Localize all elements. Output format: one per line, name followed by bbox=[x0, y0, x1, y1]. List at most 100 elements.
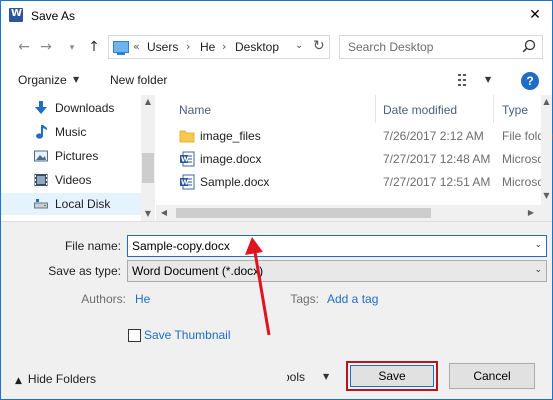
scroll-right-icon[interactable]: ▶ bbox=[526, 208, 536, 217]
music-icon bbox=[36, 125, 47, 139]
scroll-up-icon[interactable]: ▲ bbox=[541, 97, 552, 106]
hide-folders-label: Hide Folders bbox=[27, 372, 96, 386]
sidebar-item-videos[interactable]: Videos bbox=[1, 169, 141, 191]
breadcrumb-he[interactable]: He bbox=[200, 40, 215, 54]
refresh-icon[interactable]: ↻ bbox=[313, 38, 325, 54]
address-overflow[interactable]: « bbox=[133, 40, 140, 53]
organize-caret-icon: ▼ bbox=[73, 75, 80, 84]
recent-locations-icon[interactable]: ▾ bbox=[63, 39, 81, 57]
breadcrumb-desktop[interactable]: Desktop bbox=[235, 40, 279, 54]
up-arrow-icon[interactable]: ↑ bbox=[85, 38, 103, 56]
command-toolbar: Organize ▼ New folder ▼ ? bbox=[1, 66, 552, 94]
column-header-label: Name bbox=[179, 103, 212, 117]
search-box[interactable]: Search Desktop bbox=[339, 35, 543, 59]
tools-button[interactable]: Tools bbox=[287, 370, 305, 384]
save-thumbnail-label[interactable]: Save Thumbnail bbox=[144, 328, 231, 342]
chevron-up-icon: ▲ bbox=[15, 376, 22, 386]
file-row[interactable]: W Sample.docx 7/27/2017 12:51 AM Microso… bbox=[156, 171, 551, 193]
file-name: image_files bbox=[200, 129, 261, 143]
file-name-field[interactable]: Sample-copy.docx ⌄ bbox=[127, 235, 547, 257]
sidebar-item-label: Music bbox=[55, 125, 87, 139]
column-header-label: Type bbox=[502, 103, 529, 117]
drive-icon bbox=[34, 199, 48, 209]
save-options-panel: File name: Sample-copy.docx ⌄ Save as ty… bbox=[1, 221, 552, 399]
sidebar-item-music[interactable]: Music bbox=[1, 121, 141, 143]
help-icon[interactable]: ? bbox=[521, 72, 539, 90]
save-button[interactable]: Save bbox=[350, 365, 434, 387]
search-icon bbox=[522, 39, 536, 53]
scroll-left-icon[interactable]: ◀ bbox=[159, 208, 169, 217]
computer-icon bbox=[113, 41, 129, 55]
scrollbar-thumb[interactable] bbox=[176, 208, 431, 218]
word-icon bbox=[9, 8, 23, 22]
save-as-dialog: Save As ✕ ← → ▾ ↑ « Users › He › Desktop… bbox=[0, 0, 553, 400]
window-title: Save As bbox=[31, 9, 76, 23]
view-options-icon[interactable] bbox=[458, 74, 474, 86]
scroll-down-icon[interactable]: ▼ bbox=[541, 191, 552, 200]
back-arrow-icon[interactable]: ← bbox=[15, 38, 33, 56]
tags-label: Tags: bbox=[290, 292, 319, 306]
word-doc-icon: W bbox=[180, 174, 195, 190]
pictures-icon bbox=[34, 150, 48, 162]
column-header-label: Date modified bbox=[383, 103, 458, 117]
scrollbar-thumb[interactable] bbox=[142, 153, 154, 183]
svg-text:W: W bbox=[181, 179, 189, 187]
sidebar-item-label: Local Disk bbox=[55, 197, 111, 211]
file-list-horizontal-scrollbar[interactable]: ◀ ▶ bbox=[156, 205, 541, 221]
breadcrumb-users[interactable]: Users bbox=[147, 40, 178, 54]
tags-value[interactable]: Add a tag bbox=[327, 292, 378, 306]
breadcrumb-separator: › bbox=[222, 40, 227, 53]
save-type-value: Word Document (*.docx) bbox=[132, 264, 264, 278]
cancel-button[interactable]: Cancel bbox=[449, 363, 535, 389]
file-row[interactable]: W image.docx 7/27/2017 12:48 AM Microsof… bbox=[156, 148, 551, 170]
file-date: 7/26/2017 2:12 AM bbox=[383, 129, 484, 143]
new-folder-button[interactable]: New folder bbox=[110, 73, 167, 87]
word-doc-icon: W bbox=[180, 151, 195, 167]
search-input[interactable]: Search Desktop bbox=[348, 40, 433, 54]
download-icon bbox=[35, 101, 47, 114]
file-list: Name Date modified Type image_files 7/26… bbox=[156, 95, 553, 221]
column-divider[interactable] bbox=[493, 95, 494, 123]
address-bar[interactable]: « Users › He › Desktop ⌄ ↻ bbox=[108, 35, 330, 59]
svg-text:W: W bbox=[181, 156, 189, 164]
scroll-down-icon[interactable]: ▼ bbox=[141, 209, 155, 218]
sidebar-item-label: Downloads bbox=[55, 101, 115, 115]
authors-label: Authors: bbox=[81, 292, 126, 306]
file-name-value: Sample-copy.docx bbox=[132, 239, 230, 253]
save-button-highlight: Save bbox=[346, 361, 438, 391]
column-divider[interactable] bbox=[375, 95, 376, 123]
file-date: 7/27/2017 12:48 AM bbox=[383, 152, 491, 166]
hide-folders-button[interactable]: ▲ Hide Folders bbox=[15, 372, 96, 386]
authors-value[interactable]: He bbox=[135, 292, 150, 306]
file-list-vertical-scrollbar[interactable]: ▲ ▼ bbox=[541, 95, 552, 221]
scroll-up-icon[interactable]: ▲ bbox=[141, 97, 155, 106]
sidebar-item-downloads[interactable]: Downloads bbox=[1, 97, 141, 119]
sidebar-item-label: Videos bbox=[55, 173, 92, 187]
sidebar-item-label: Pictures bbox=[55, 149, 99, 163]
breadcrumb-separator: › bbox=[186, 40, 191, 53]
sidebar-item-local-disk[interactable]: Local Disk bbox=[1, 193, 141, 215]
sidebar-scrollbar[interactable]: ▲ ▼ bbox=[141, 95, 155, 221]
title-bar: Save As ✕ bbox=[1, 1, 552, 30]
navigation-bar: ← → ▾ ↑ « Users › He › Desktop ⌄ ↻ Searc… bbox=[1, 30, 552, 66]
save-type-label: Save as type: bbox=[48, 264, 121, 278]
view-caret-icon[interactable]: ▼ bbox=[485, 75, 491, 84]
tools-label: Tools bbox=[287, 370, 305, 384]
videos-icon bbox=[34, 174, 48, 186]
address-dropdown-icon[interactable]: ⌄ bbox=[295, 40, 303, 51]
file-row[interactable]: image_files 7/26/2017 2:12 AM File folde… bbox=[156, 125, 553, 147]
close-button[interactable]: ✕ bbox=[526, 6, 544, 24]
chevron-down-icon: ⌄ bbox=[534, 265, 542, 275]
file-name: image.docx bbox=[200, 152, 262, 166]
save-thumbnail-checkbox[interactable] bbox=[128, 329, 141, 342]
folder-icon bbox=[179, 130, 195, 143]
save-type-select[interactable]: Word Document (*.docx) ⌄ bbox=[127, 260, 547, 282]
sidebar-item-pictures[interactable]: Pictures bbox=[1, 145, 141, 167]
organize-button[interactable]: Organize bbox=[18, 73, 67, 87]
file-date: 7/27/2017 12:51 AM bbox=[383, 175, 491, 189]
tools-caret-icon[interactable]: ▼ bbox=[323, 372, 329, 381]
forward-arrow-icon[interactable]: → bbox=[37, 38, 55, 56]
chevron-down-icon[interactable]: ⌄ bbox=[534, 240, 542, 250]
file-name-label: File name: bbox=[64, 239, 121, 253]
navigation-pane: Downloads Music Pictures Videos Local Di… bbox=[1, 95, 156, 221]
